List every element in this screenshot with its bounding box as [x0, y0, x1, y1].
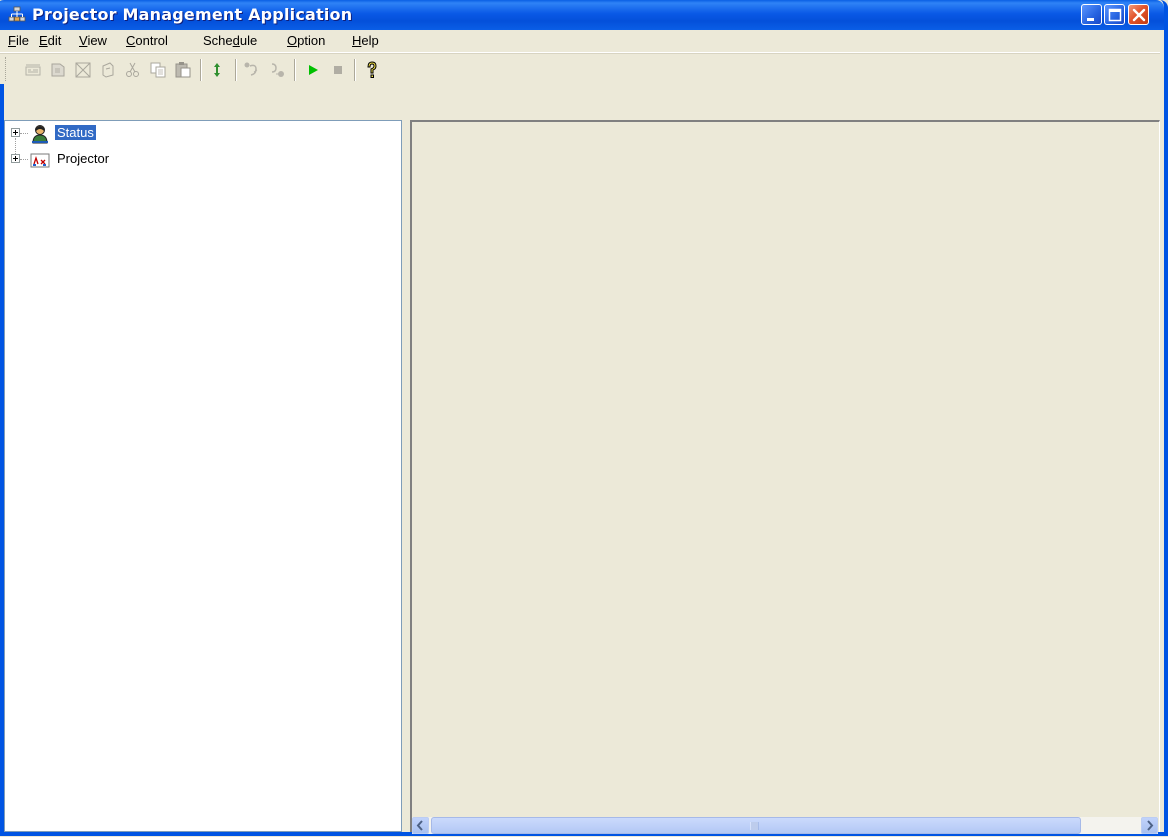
chevron-left-icon	[416, 820, 423, 831]
new-project-icon[interactable]	[23, 60, 43, 80]
tree-connector	[20, 159, 28, 160]
scroll-right-button[interactable]	[1141, 817, 1158, 834]
network-icon	[8, 6, 26, 22]
help-icon[interactable]	[362, 60, 382, 80]
connect-icon[interactable]	[242, 60, 262, 80]
minimize-icon	[1087, 18, 1094, 21]
pane-splitter[interactable]	[402, 120, 410, 832]
expand-toggle[interactable]	[11, 128, 20, 137]
toolbar-separator	[200, 59, 202, 81]
delete-icon[interactable]	[73, 60, 93, 80]
copy-icon[interactable]	[148, 60, 168, 80]
expand-toggle[interactable]	[11, 154, 20, 163]
cut-icon[interactable]	[123, 60, 143, 80]
detail-view-pane[interactable]	[410, 120, 1160, 832]
toolbar-grip[interactable]	[5, 57, 9, 81]
menu-help[interactable]: Help	[352, 33, 379, 48]
window-title: Projector Management Application	[32, 5, 353, 24]
toolbar-separator	[294, 59, 296, 81]
menu-control[interactable]: Control	[126, 33, 168, 48]
toolbar-separator	[235, 59, 237, 81]
menu-file[interactable]: File	[8, 33, 29, 48]
scroll-thumb[interactable]	[431, 817, 1081, 834]
disconnect-icon[interactable]	[267, 60, 287, 80]
stop-icon[interactable]	[328, 60, 348, 80]
horizontal-scrollbar[interactable]	[412, 817, 1158, 834]
maximize-icon	[1108, 8, 1122, 22]
toolbar-separator	[354, 59, 356, 81]
menu-edit[interactable]: Edit	[39, 33, 61, 48]
scroll-left-button[interactable]	[412, 817, 429, 834]
close-button[interactable]	[1128, 4, 1149, 25]
open-project-icon[interactable]	[48, 60, 68, 80]
refresh-icon[interactable]	[207, 60, 227, 80]
toolbar	[0, 53, 1160, 84]
menu-view[interactable]: View	[79, 33, 107, 48]
status-icon	[32, 125, 48, 144]
maximize-button[interactable]	[1104, 4, 1125, 25]
menu-schedule[interactable]: Schedule	[203, 33, 257, 48]
tree-node-label[interactable]: Projector	[55, 151, 111, 166]
tree-connector	[20, 133, 28, 134]
paste-icon[interactable]	[173, 60, 193, 80]
minimize-button[interactable]	[1081, 4, 1102, 25]
play-icon[interactable]	[303, 60, 323, 80]
properties-icon[interactable]	[98, 60, 118, 80]
close-icon	[1132, 8, 1146, 22]
title-bar[interactable]: Projector Management Application	[0, 0, 1164, 30]
tree-node-label[interactable]: Status	[54, 124, 97, 141]
grip-icon	[750, 822, 759, 830]
tree-pane[interactable]: Status Projector	[4, 120, 402, 832]
projector-icon	[30, 153, 50, 168]
menu-option[interactable]: Option	[287, 33, 325, 48]
chevron-right-icon	[1147, 820, 1154, 831]
menu-bar: File Edit View Control Schedule Option H…	[0, 30, 1160, 53]
